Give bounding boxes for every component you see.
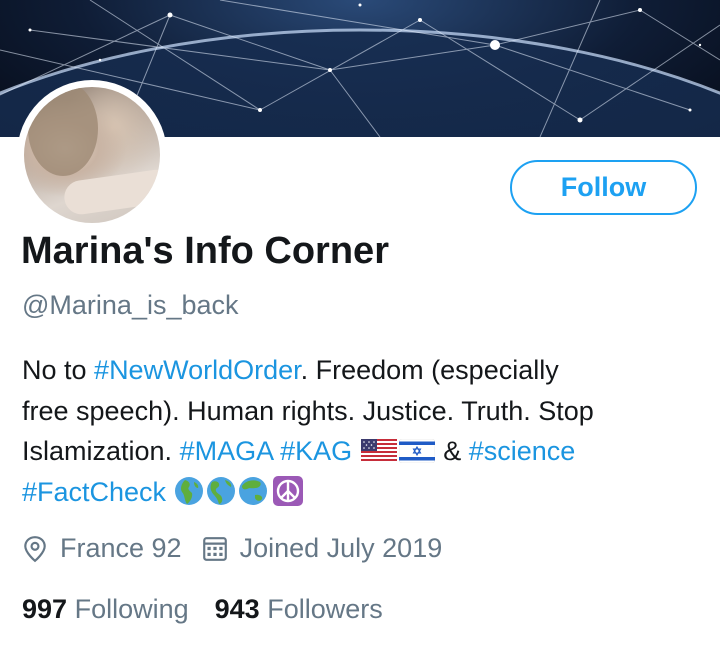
- followers-link[interactable]: 943 Followers: [215, 594, 383, 625]
- bio-text: &: [435, 436, 469, 466]
- bio-line: #FactCheck: [22, 472, 702, 513]
- avatar[interactable]: [17, 80, 167, 230]
- bio-line: No to #NewWorldOrder. Freedom (especiall…: [22, 350, 702, 391]
- globe-americas-icon: [206, 476, 235, 505]
- hashtag-link[interactable]: #science: [469, 436, 576, 466]
- bio: No to #NewWorldOrder. Freedom (especiall…: [22, 350, 702, 512]
- hashtag-link[interactable]: #KAG: [280, 436, 352, 466]
- joined-date: Joined July 2019: [239, 533, 443, 563]
- follow-button[interactable]: Follow: [510, 160, 697, 215]
- bio-line: free speech). Human rights. Justice. Tru…: [22, 395, 594, 426]
- hashtag-link[interactable]: #FactCheck: [22, 477, 166, 507]
- follow-stats: 997 Following 943 Followers: [22, 594, 383, 625]
- bio-text: . Freedom (especially: [300, 355, 559, 385]
- display-name: Marina's Info Corner: [21, 230, 389, 272]
- following-link[interactable]: 997 Following: [22, 594, 189, 625]
- bio-text: Islamization.: [22, 436, 180, 466]
- bio-text: No to: [22, 355, 95, 385]
- avatar-photo: [24, 87, 160, 223]
- location-text: France 92: [60, 533, 182, 563]
- user-handle: @Marina_is_back: [22, 290, 239, 320]
- following-count: 997: [22, 594, 68, 624]
- profile-meta: France 92 Joined July 2019: [22, 533, 442, 564]
- israel-flag-icon: [398, 439, 435, 463]
- peace-symbol-icon: [272, 475, 303, 506]
- location-pin-icon: [24, 535, 46, 562]
- hashtag-link[interactable]: #MAGA: [180, 436, 273, 466]
- following-label: Following: [74, 594, 189, 624]
- hashtag-link[interactable]: #NewWorldOrder: [94, 355, 301, 385]
- bio-line: Islamization. #MAGA #KAG & #science: [22, 431, 702, 472]
- followers-label: Followers: [267, 594, 383, 624]
- globe-europe-africa-icon: [174, 476, 203, 505]
- globe-asia-australia-icon: [238, 476, 267, 505]
- followers-count: 943: [214, 594, 260, 624]
- calendar-icon: [202, 536, 227, 561]
- us-flag-icon: [360, 439, 397, 463]
